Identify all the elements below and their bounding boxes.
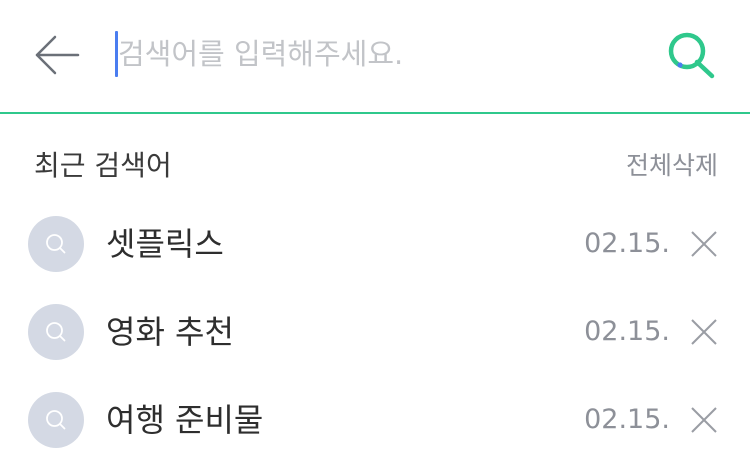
search-field [115, 30, 638, 78]
recent-search-list: 셋플릭스 02.15. 영화 추천 02.15. 여행 준비물 02.15. [0, 200, 750, 464]
close-icon[interactable] [690, 406, 718, 434]
recent-search-item[interactable]: 여행 준비물 02.15. [0, 376, 750, 464]
recent-search-date: 02.15. [584, 228, 670, 259]
recent-search-item[interactable]: 셋플릭스 02.15. [0, 200, 750, 288]
recent-search-label: 여행 준비물 [106, 401, 264, 439]
clear-all-button[interactable]: 전체삭제 [626, 148, 718, 184]
search-history-icon [28, 304, 84, 360]
text-cursor [115, 31, 118, 77]
recent-search-date: 02.15. [584, 404, 670, 435]
search-history-icon [28, 392, 84, 448]
search-header [0, 0, 750, 114]
recent-search-label: 셋플릭스 [106, 225, 224, 263]
close-icon[interactable] [690, 318, 718, 346]
recent-search-item[interactable]: 영화 추천 02.15. [0, 288, 750, 376]
close-icon[interactable] [690, 230, 718, 258]
back-button[interactable] [30, 30, 86, 80]
arrow-left-icon [35, 35, 80, 75]
recent-search-label: 영화 추천 [106, 313, 234, 351]
recent-searches-title: 최근 검색어 [34, 149, 172, 182]
search-history-icon [28, 216, 84, 272]
search-button[interactable] [664, 30, 718, 80]
search-icon [668, 32, 715, 79]
search-input[interactable] [115, 30, 638, 78]
recent-search-date: 02.15. [584, 316, 670, 347]
